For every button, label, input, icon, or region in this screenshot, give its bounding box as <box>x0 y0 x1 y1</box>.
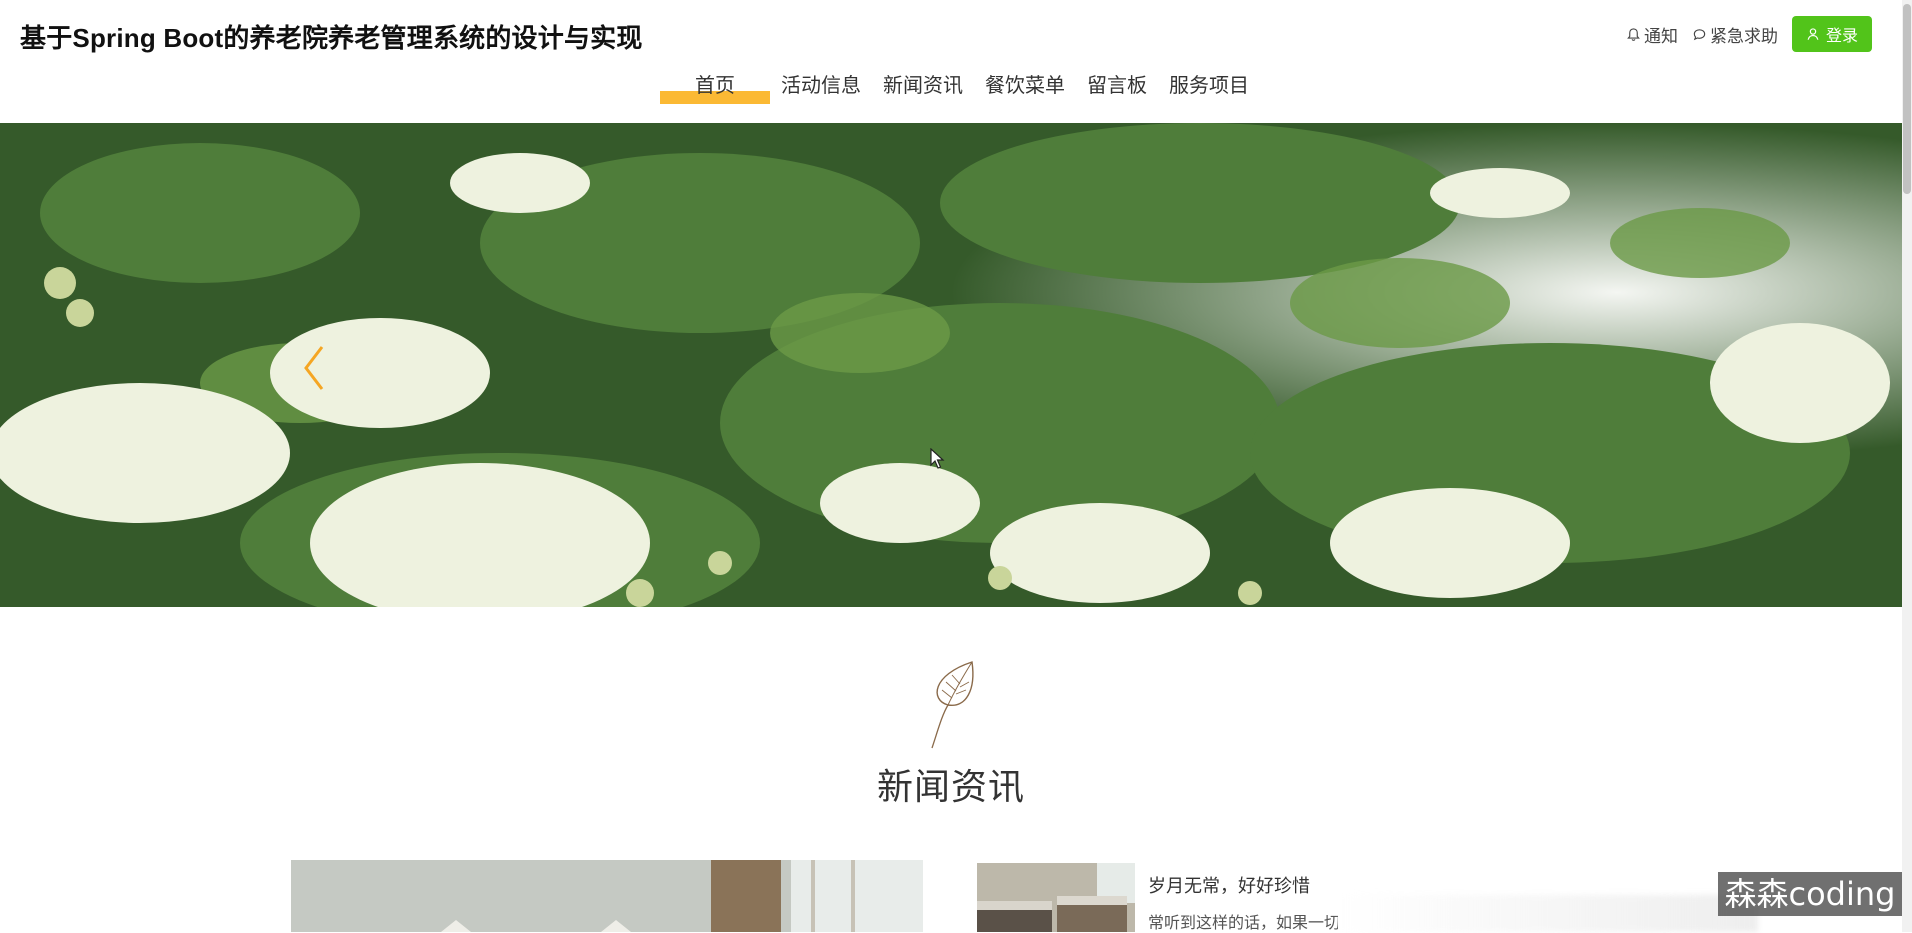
mouse-cursor-icon <box>930 448 945 469</box>
blurred-overlay <box>1338 895 1758 932</box>
news-item-thumbnail[interactable] <box>977 863 1135 932</box>
leaf-icon <box>931 661 974 749</box>
watermark: 森森coding <box>1718 872 1902 916</box>
notice-label: 通知 <box>1643 26 1678 47</box>
nav-menu[interactable]: 餐饮菜单 <box>974 68 1076 102</box>
nav-message-board[interactable]: 留言板 <box>1076 68 1158 102</box>
nav-home[interactable]: 首页 <box>660 68 770 104</box>
scrollbar-thumb[interactable] <box>1903 4 1911 194</box>
news-featured-image[interactable] <box>291 860 923 932</box>
site-title: 基于Spring Boot的养老院养老管理系统的设计与实现 <box>20 23 643 53</box>
emergency-label: 紧急求助 <box>1709 26 1778 47</box>
chat-bubble-icon <box>1693 28 1706 40</box>
page-scrollbar[interactable] <box>1902 0 1912 932</box>
top-links: 通知 紧急求助 登录 <box>1626 16 1872 52</box>
notice-link[interactable]: 通知 <box>1626 22 1678 47</box>
room-photo <box>291 860 923 932</box>
login-label: 登录 <box>1825 26 1858 45</box>
user-icon <box>1807 28 1819 40</box>
nav-activities[interactable]: 活动信息 <box>770 68 872 102</box>
room-thumbnail-photo <box>977 863 1135 932</box>
news-item-title[interactable]: 岁月无常，好好珍惜 <box>1148 872 1310 898</box>
banner-carousel[interactable] <box>0 123 1902 607</box>
carousel-prev-arrow-icon[interactable] <box>300 343 330 393</box>
main-nav: 首页 活动信息 新闻资讯 餐饮菜单 留言板 服务项目 <box>660 68 1260 104</box>
nav-news[interactable]: 新闻资讯 <box>872 68 974 102</box>
banner-image <box>0 123 1902 607</box>
nav-services[interactable]: 服务项目 <box>1158 68 1260 102</box>
login-button[interactable]: 登录 <box>1791 16 1872 52</box>
news-section-title: 新闻资讯 <box>876 767 1025 808</box>
emergency-link[interactable]: 紧急求助 <box>1692 22 1778 47</box>
bell-icon <box>1627 27 1640 41</box>
news-item-excerpt: 常听到这样的话，如果一切 <box>1148 913 1338 932</box>
